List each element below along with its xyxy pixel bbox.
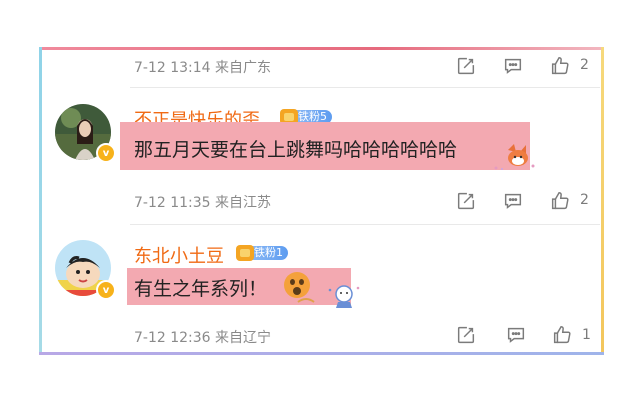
comment-meta: 7-12 12:36 来自辽宁: [134, 330, 272, 346]
repost-icon[interactable]: [455, 55, 477, 77]
like-count: 2: [580, 192, 589, 208]
cartoon-sticker-icon: [292, 282, 364, 310]
frame-top-border: [39, 47, 604, 50]
comment-text: 那五月天要在台上跳舞吗哈哈哈哈哈哈: [134, 139, 458, 161]
verified-badge: v: [96, 280, 116, 300]
comment-divider: [130, 224, 600, 225]
comment-meta: 7-12 11:35 来自江苏: [134, 195, 272, 211]
comment-meta: 7-12 13:14 来自广东: [134, 60, 272, 76]
comment-icon[interactable]: [502, 55, 524, 77]
comment-divider: [130, 87, 600, 88]
fan-badge: 铁粉1: [236, 245, 288, 261]
repost-icon[interactable]: [455, 324, 477, 346]
like-count: 2: [580, 57, 589, 73]
verified-badge: v: [96, 143, 116, 163]
frame-left-border: [39, 47, 42, 354]
comment-icon[interactable]: [505, 324, 527, 346]
fox-sticker-icon: [488, 142, 540, 172]
repost-icon[interactable]: [455, 190, 477, 212]
like-icon[interactable]: [551, 324, 573, 346]
crown-icon: [236, 245, 254, 261]
frame-bottom-border: [39, 352, 604, 355]
frame-right-border: [601, 47, 604, 354]
like-count: 1: [582, 327, 591, 343]
comment-text: 有生之年系列！: [134, 278, 268, 300]
username[interactable]: 东北小土豆: [134, 242, 224, 268]
like-icon[interactable]: [549, 190, 571, 212]
like-icon[interactable]: [549, 55, 571, 77]
comment-icon[interactable]: [502, 190, 524, 212]
fan-badge-label: 铁粉1: [251, 246, 288, 260]
